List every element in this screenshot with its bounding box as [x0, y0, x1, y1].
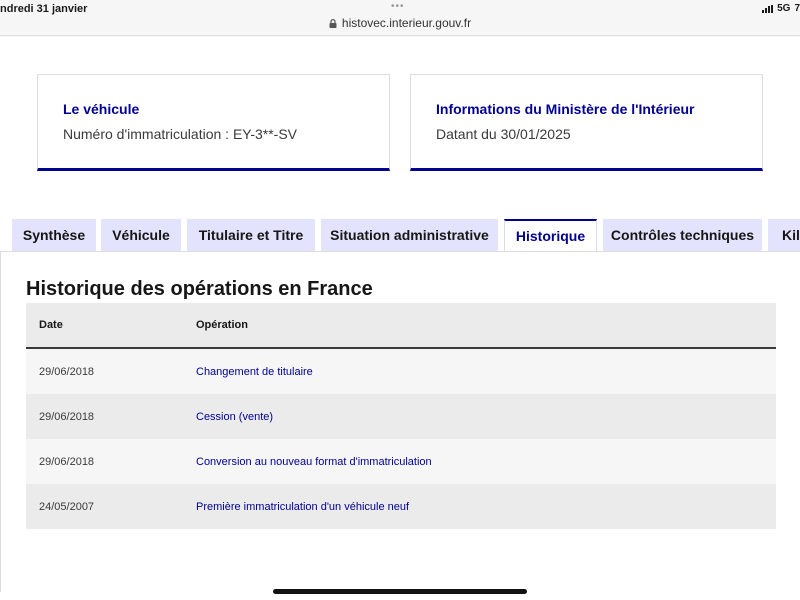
- network-type: 5G: [777, 3, 791, 14]
- status-indicators: 5G 7: [762, 3, 800, 14]
- tab-kilometrage[interactable]: Kil: [768, 219, 800, 251]
- address-bar[interactable]: histovec.interieur.gouv.fr: [0, 16, 800, 30]
- column-header-operation: Opération: [196, 319, 248, 331]
- tab-situation-administrative[interactable]: Situation administrative: [321, 219, 498, 251]
- section-title: Historique des opérations en France: [26, 278, 373, 300]
- home-indicator[interactable]: [273, 589, 527, 594]
- tab-historique[interactable]: Historique: [504, 219, 597, 251]
- card-title: Le véhicule: [63, 101, 140, 117]
- browser-status-bar: ndredi 31 janvier ••• histovec.interieur…: [0, 0, 800, 36]
- table-row: 29/06/2018 Changement de titulaire: [26, 349, 776, 394]
- url-text: histovec.interieur.gouv.fr: [341, 16, 472, 30]
- card-title: Informations du Ministère de l'Intérieur: [436, 101, 695, 117]
- row-date: 24/05/2007: [39, 500, 95, 513]
- vehicle-card: Le véhicule Numéro d'immatriculation : E…: [37, 74, 390, 171]
- row-operation: Cession (vente): [196, 410, 274, 423]
- table-row: 24/05/2007 Première immatriculation d'un…: [26, 484, 776, 529]
- row-operation: Changement de titulaire: [196, 365, 313, 378]
- battery-level: 7: [794, 3, 800, 14]
- table-row: 29/06/2018 Cession (vente): [26, 394, 776, 439]
- tab-synthese[interactable]: Synthèse: [12, 219, 96, 251]
- signal-icon: [762, 4, 774, 13]
- page-content: Le véhicule Numéro d'immatriculation : E…: [0, 37, 800, 600]
- row-date: 29/06/2018: [39, 410, 95, 423]
- tab-controles-techniques[interactable]: Contrôles techniques: [603, 219, 762, 251]
- tab-vehicule[interactable]: Véhicule: [101, 219, 181, 251]
- operations-table: Date Opération 29/06/2018 Changement de …: [26, 303, 776, 529]
- data-date: Datant du 30/01/2025: [436, 126, 571, 142]
- historique-panel: Historique des opérations en France Date…: [0, 252, 800, 592]
- registration-number: Numéro d'immatriculation : EY-3**-SV: [63, 126, 298, 142]
- more-dots-icon[interactable]: •••: [391, 1, 405, 12]
- table-row: 29/06/2018 Conversion au nouveau format …: [26, 439, 776, 484]
- tab-titulaire-et-titre[interactable]: Titulaire et Titre: [187, 219, 315, 251]
- ministry-info-card: Informations du Ministère de l'Intérieur…: [410, 74, 763, 171]
- status-date: ndredi 31 janvier: [0, 3, 88, 15]
- lock-icon: [329, 19, 337, 28]
- table-header: Date Opération: [26, 303, 776, 349]
- row-operation: Première immatriculation d'un véhicule n…: [196, 500, 410, 513]
- row-date: 29/06/2018: [39, 365, 95, 378]
- row-date: 29/06/2018: [39, 455, 95, 468]
- tab-bar: Synthèse Véhicule Titulaire et Titre Sit…: [0, 219, 800, 252]
- row-operation: Conversion au nouveau format d'immatricu…: [196, 455, 432, 468]
- column-header-date: Date: [39, 319, 63, 331]
